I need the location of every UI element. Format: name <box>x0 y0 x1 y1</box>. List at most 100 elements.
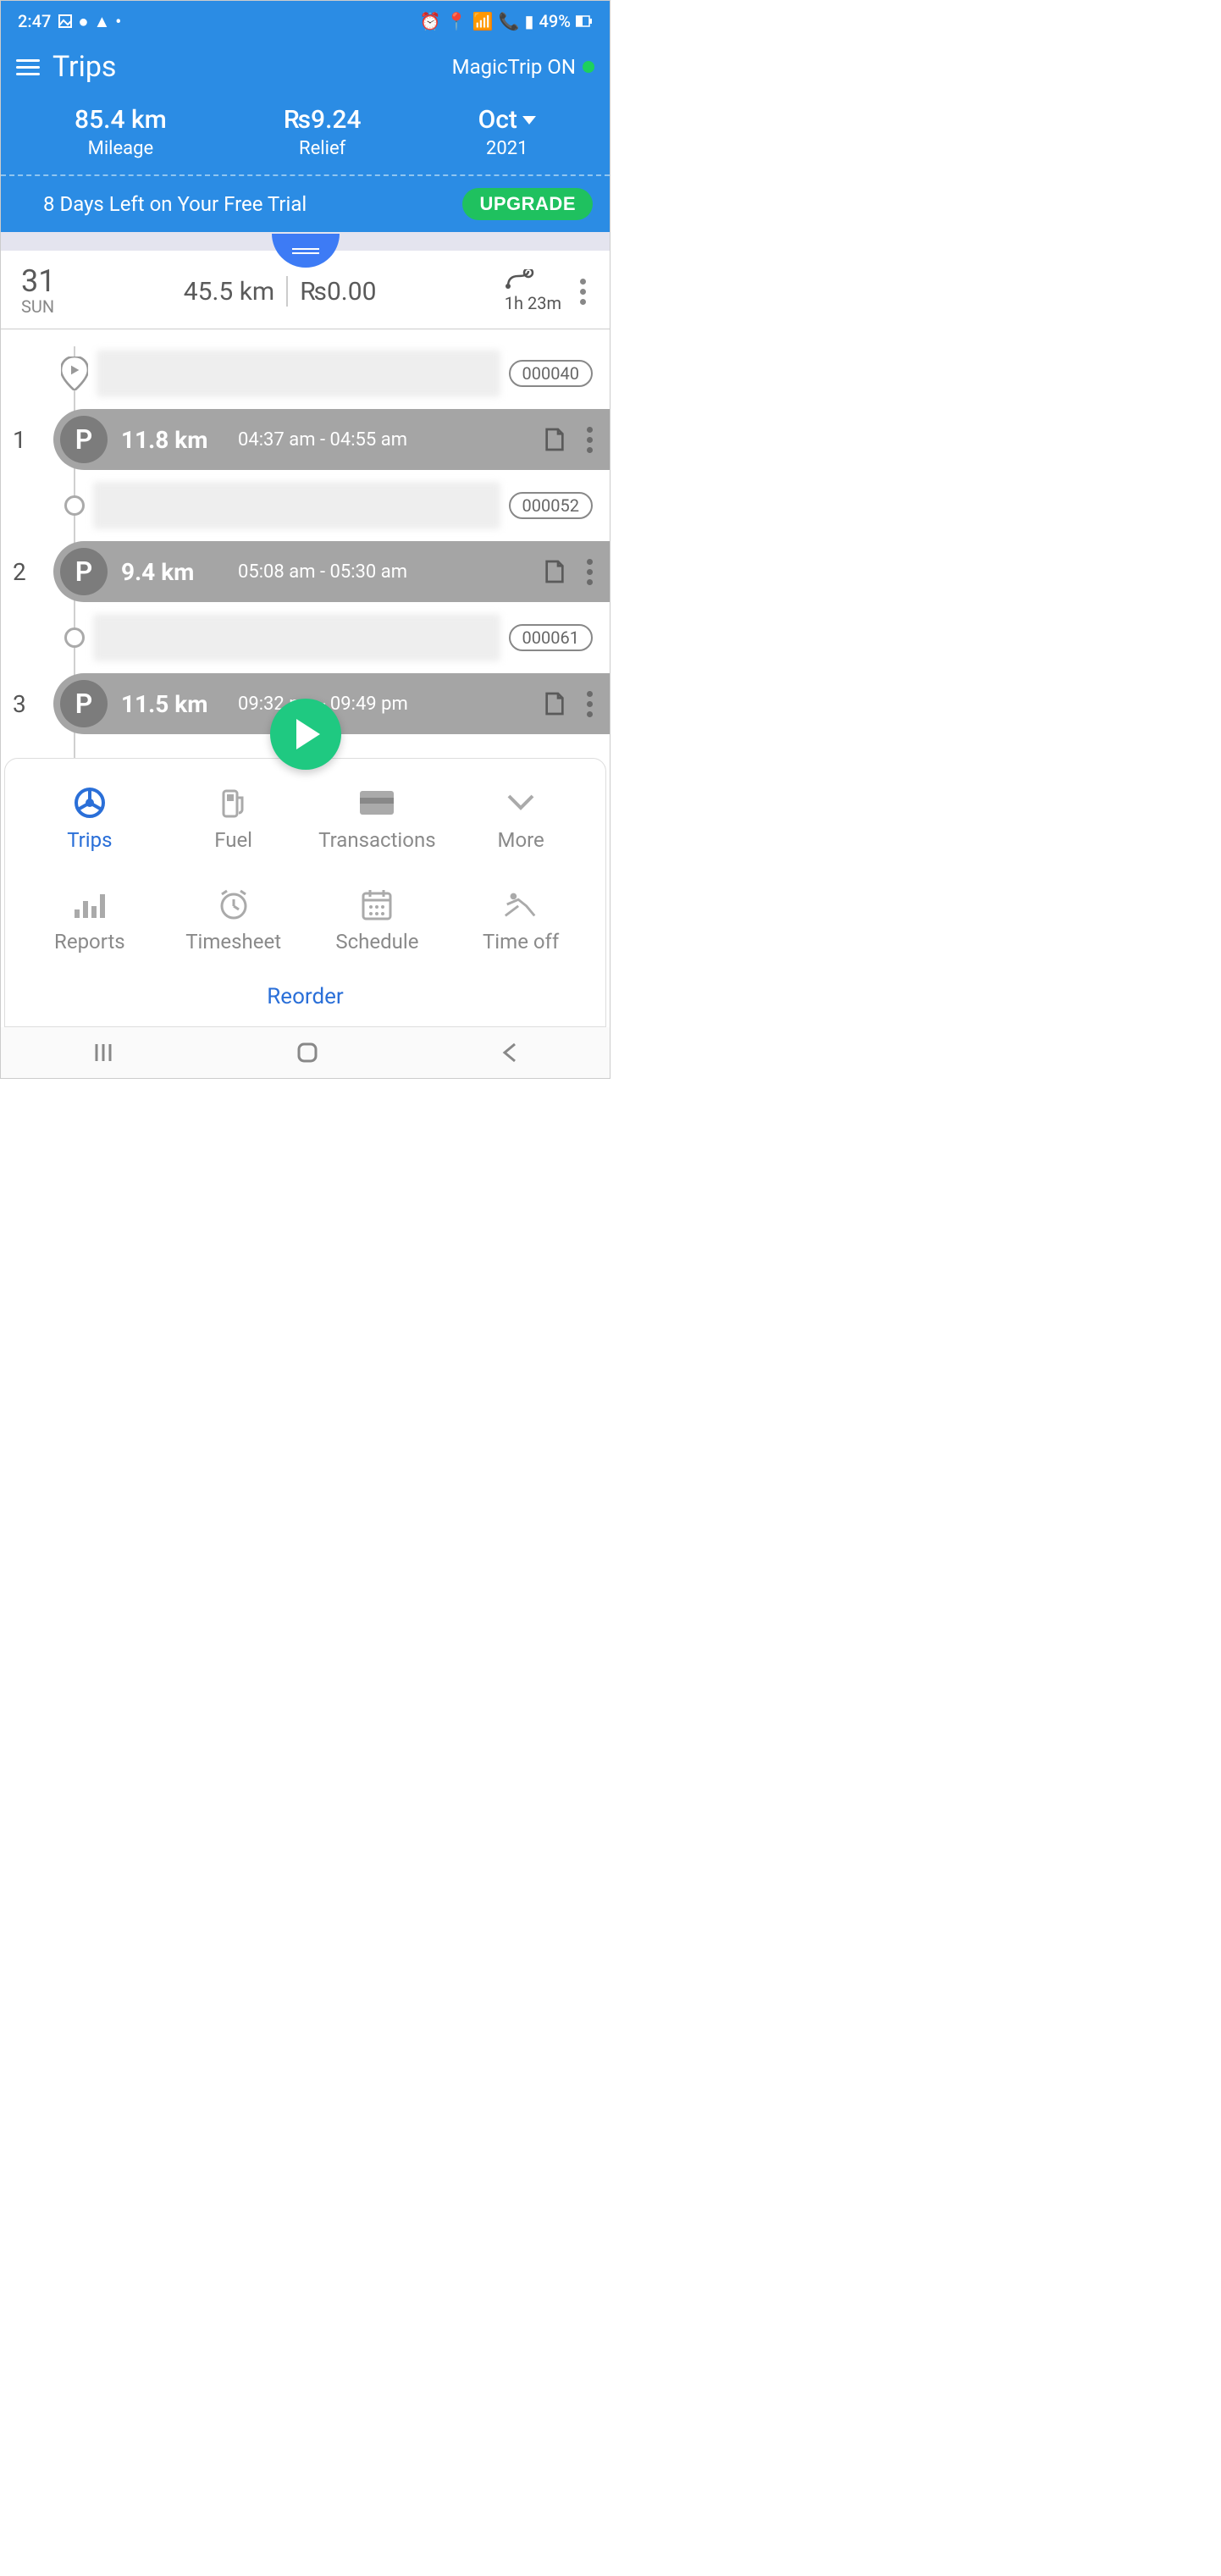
day-duration: 1h 23m <box>505 293 561 313</box>
day-menu-button[interactable] <box>577 275 589 308</box>
separator <box>286 276 288 307</box>
trip-type-badge: P <box>60 680 108 727</box>
nav-label: Transactions <box>318 828 435 852</box>
trip-index: 1 <box>13 426 26 454</box>
bar-chart-icon <box>71 886 108 923</box>
timeline-stop[interactable]: 000052 <box>1 470 610 541</box>
bottom-sheet: Trips Fuel Transactions More Reports <box>4 758 606 1027</box>
reorder-button[interactable]: Reorder <box>22 984 588 1009</box>
system-nav-bar <box>1 1027 610 1078</box>
bulb-icon: ● <box>78 11 88 32</box>
stop-address-redacted <box>97 350 500 397</box>
call-icon: 📞 <box>499 11 520 31</box>
fuel-pump-icon <box>215 784 252 821</box>
trip-type-badge: P <box>60 548 108 595</box>
nav-label: Timesheet <box>185 930 281 954</box>
day-amount: ₨0.00 <box>300 277 376 307</box>
summary-row: 85.4 km Mileage ₨9.24 Relief Oct 2021 <box>16 105 594 159</box>
trip-row[interactable]: 1 P 11.8 km 04:37 am - 04:55 am <box>53 409 610 470</box>
chevron-down-icon <box>502 784 539 821</box>
location-icon: 📍 <box>446 11 467 31</box>
note-icon[interactable] <box>541 426 568 453</box>
stop-address-redacted <box>93 614 500 661</box>
status-right-icons: ⏰ 📍 📶 📞 ▮ 49% <box>420 11 593 31</box>
note-icon[interactable] <box>541 690 568 717</box>
back-button[interactable] <box>500 1041 520 1064</box>
play-fab-button[interactable] <box>270 699 341 770</box>
nav-item-timeoff[interactable]: Time off <box>453 886 588 954</box>
nav-label: Time off <box>483 930 559 954</box>
signal-icon: ▮ <box>525 11 534 31</box>
trip-index: 3 <box>13 690 26 718</box>
trip-menu-button[interactable] <box>587 559 593 585</box>
trip-type-badge: P <box>60 416 108 463</box>
collapse-strip <box>1 232 610 251</box>
trip-distance: 11.8 km <box>121 426 231 454</box>
mileage-summary: 85.4 km Mileage <box>75 105 167 159</box>
nav-label: More <box>497 828 544 852</box>
relax-icon <box>502 886 539 923</box>
menu-icon[interactable] <box>16 55 40 80</box>
odometer-code[interactable]: 000040 <box>509 360 593 387</box>
steering-wheel-icon <box>71 784 108 821</box>
day-distance: 45.5 km <box>184 277 274 307</box>
mileage-value: 85.4 km <box>75 105 167 135</box>
app-header: Trips MagicTrip ON 85.4 km Mileage ₨9.24… <box>1 41 610 174</box>
nav-label: Trips <box>67 828 112 852</box>
battery-icon <box>576 15 593 27</box>
trip-menu-button[interactable] <box>587 427 593 453</box>
trip-row[interactable]: 2 P 9.4 km 05:08 am - 05:30 am <box>53 541 610 602</box>
day-weekday: SUN <box>21 296 55 317</box>
card-icon <box>358 784 395 821</box>
timeline-stop[interactable]: 000040 <box>1 338 610 409</box>
magic-trip-status[interactable]: MagicTrip ON <box>452 55 594 79</box>
nav-label: Schedule <box>335 930 418 954</box>
status-left-icons: ● ▲ • <box>58 11 121 32</box>
timeline-stop[interactable]: 000061 <box>1 602 610 673</box>
mileage-label: Mileage <box>75 138 167 159</box>
nav-item-transactions[interactable]: Transactions <box>310 784 445 852</box>
trip-time: 04:37 am - 04:55 am <box>238 429 407 451</box>
nav-label: Reports <box>54 930 125 954</box>
nav-item-timesheet[interactable]: Timesheet <box>166 886 301 954</box>
triangle-icon: ▲ <box>93 11 110 32</box>
alarm-icon: ⏰ <box>420 11 441 31</box>
home-button[interactable] <box>296 1041 319 1064</box>
nav-item-reports[interactable]: Reports <box>22 886 157 954</box>
trial-text: 8 Days Left on Your Free Trial <box>43 192 307 216</box>
wifi-icon: 📶 <box>472 11 494 31</box>
route-icon <box>505 269 535 293</box>
trip-time: 05:08 am - 05:30 am <box>238 561 407 583</box>
chevron-down-icon <box>522 116 536 124</box>
status-dot-icon <box>583 61 594 73</box>
nav-item-schedule[interactable]: Schedule <box>310 886 445 954</box>
trip-distance: 11.5 km <box>121 690 231 718</box>
upgrade-button[interactable]: UPGRADE <box>462 188 593 220</box>
relief-value: ₨9.24 <box>284 105 362 135</box>
nav-item-fuel[interactable]: Fuel <box>166 784 301 852</box>
trip-timeline: 000040 1 P 11.8 km 04:37 am - 04:55 am 0… <box>1 329 610 768</box>
page-title: Trips <box>52 50 116 84</box>
odometer-code[interactable]: 000061 <box>509 624 593 651</box>
dot-icon: • <box>115 11 121 31</box>
recents-button[interactable] <box>91 1041 115 1064</box>
relief-label: Relief <box>284 138 362 159</box>
odometer-code[interactable]: 000052 <box>509 492 593 519</box>
relief-summary: ₨9.24 Relief <box>284 105 362 159</box>
nav-label: Fuel <box>214 828 252 852</box>
month-value: Oct <box>478 105 517 135</box>
day-date: 31 <box>21 266 55 296</box>
nav-item-more[interactable]: More <box>453 784 588 852</box>
note-icon[interactable] <box>541 558 568 585</box>
battery-text: 49% <box>539 11 571 31</box>
stop-marker-icon <box>64 627 85 648</box>
month-selector[interactable]: Oct 2021 <box>478 105 536 159</box>
status-bar: 2:47 ● ▲ • ⏰ 📍 📶 📞 ▮ 49% <box>1 1 610 41</box>
start-pin-icon <box>61 357 88 390</box>
nav-item-trips[interactable]: Trips <box>22 784 157 852</box>
image-icon <box>58 14 73 29</box>
trip-index: 2 <box>13 558 26 586</box>
trip-distance: 9.4 km <box>121 558 231 586</box>
trip-menu-button[interactable] <box>587 691 593 717</box>
stop-marker-icon <box>64 495 85 516</box>
